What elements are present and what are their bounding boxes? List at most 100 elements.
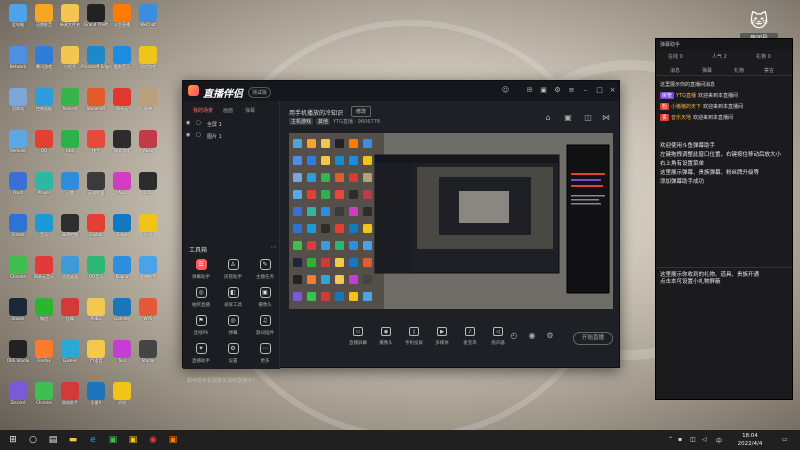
menu-icon[interactable]: ≡ — [567, 86, 576, 95]
start-icon[interactable]: ⊞ — [6, 433, 20, 447]
source-item[interactable]: ◉ ▢ 全屏 1 — [185, 119, 278, 129]
live-settings-icon[interactable]: ⚙ — [545, 331, 555, 340]
voice-effect-icon[interactable]: ◴ — [509, 331, 519, 340]
close-icon[interactable]: × — [608, 86, 617, 95]
volume-icon[interactable]: ◁ — [702, 436, 707, 443]
file-explorer-icon[interactable]: ▬ — [66, 433, 80, 447]
source-button[interactable]: ♪ 麦克风 — [457, 327, 483, 346]
chat-username[interactable]: 小猪猪的天下 — [671, 104, 701, 110]
chat-tab[interactable]: 禁言 — [764, 67, 774, 74]
tool-icon: ◧ — [227, 287, 239, 298]
lock-icon[interactable]: ▢ — [196, 120, 202, 126]
source-button[interactable]: ◁ 扬声器 — [485, 327, 511, 346]
chat-tab[interactable]: 礼物 — [734, 67, 744, 74]
desktop-icon[interactable]: 直播助手 — [133, 256, 163, 286]
tool-item[interactable]: ◎ 弹幕 — [219, 313, 247, 341]
settings-icon[interactable]: ⚙ — [553, 86, 562, 95]
category-tag[interactable]: 其他 — [316, 118, 331, 125]
preview-eye-icon[interactable]: ◉ — [527, 331, 537, 340]
preview-desktop-icon — [363, 224, 372, 233]
data-icon[interactable]: ◫ — [583, 113, 593, 122]
tab-scenes[interactable]: 我的场景 — [193, 107, 213, 114]
tray-up-icon[interactable]: ⌃ — [668, 436, 673, 443]
share-link-icon[interactable]: ⋈ — [601, 113, 611, 122]
tool-item[interactable]: ✎ 主播任务 — [251, 257, 279, 285]
edge-icon[interactable]: e — [86, 433, 100, 447]
tool-icon: ♫ — [259, 315, 271, 326]
chat-tab[interactable]: 弹幕 — [702, 67, 712, 74]
app-icon — [35, 298, 53, 316]
system-clock[interactable]: 18:04 2022/4/4 — [730, 432, 770, 448]
task-view-icon[interactable]: ▤ — [46, 433, 60, 447]
app-icon — [113, 340, 131, 358]
desktop-icon[interactable]: 叨叨 — [133, 214, 163, 244]
source-button[interactable]: ▯ 手机投屏 — [401, 327, 427, 346]
tool-item[interactable]: ◎ 抽奖直播 — [187, 285, 215, 313]
source-button-label: 扬声器 — [491, 341, 505, 346]
app-icon — [87, 214, 105, 232]
start-live-button[interactable]: 开始直播 — [573, 332, 613, 345]
tool-item[interactable]: ♫ 歌词插件 — [251, 313, 279, 341]
share-icon[interactable]: ⌂ — [543, 113, 553, 122]
category-tag[interactable]: 主机游戏 — [289, 118, 314, 125]
app-titlebar[interactable]: 直播伴侣 测试版 ☺ ✉ ▣ ⚙ ≡ – □ × — [183, 81, 619, 101]
preview-desktop-icon — [307, 224, 316, 233]
tool-item[interactable]: ⚙ 设置 — [219, 341, 247, 369]
source-item[interactable]: ◉ ▢ 图片 1 — [185, 131, 278, 141]
netease-icon[interactable]: ◉ — [146, 433, 160, 447]
room-title: 用手机播放的冷知识 — [289, 110, 344, 117]
message-icon[interactable]: ✉ — [525, 86, 534, 95]
edit-room-button[interactable]: 修改 — [351, 106, 372, 117]
minimize-icon[interactable]: – — [581, 86, 590, 95]
chat-tab[interactable]: 消息 — [670, 67, 680, 74]
tool-item[interactable]: ◧ 录屏工具 — [219, 285, 247, 313]
help-notice[interactable]: 如何把手机摄像头加到直播中? — [187, 377, 255, 384]
chat-username[interactable]: 音乐天地 — [671, 115, 691, 121]
tray-app-icon[interactable]: ▪ — [678, 436, 682, 443]
lock-icon[interactable]: ▢ — [196, 132, 202, 138]
desktop-icon[interactable]: Studio — [133, 340, 163, 370]
desktop-icon[interactable]: 叨叨游戏 — [133, 46, 163, 76]
toolbox-more-icon[interactable]: ⋯ — [270, 243, 277, 251]
desktop-icon[interactable]: WeChat — [133, 4, 163, 34]
avatar-icon[interactable]: ☺ — [501, 86, 510, 95]
app-icon — [113, 214, 131, 232]
maximize-icon[interactable]: □ — [595, 86, 604, 95]
app-icon — [113, 256, 131, 274]
record-icon[interactable]: ▣ — [563, 113, 573, 122]
tool-item[interactable]: ▣ 摄像头 — [251, 285, 279, 313]
app-icon — [9, 298, 27, 316]
app-icon[interactable]: ▣ — [106, 433, 120, 447]
preview-desktop-icon — [321, 241, 330, 250]
tool-item[interactable]: ⋯ 更多 — [251, 341, 279, 369]
preview-desktop-icon — [335, 224, 344, 233]
app-icon[interactable]: ▣ — [126, 433, 140, 447]
desktop-icon[interactable]: WPS — [133, 298, 163, 328]
search-icon[interactable]: ○ — [26, 433, 40, 447]
stream-preview[interactable] — [289, 133, 613, 309]
live-companion-icon[interactable]: ▣ — [166, 433, 180, 447]
chat-titlebar[interactable]: 弹幕助手 — [656, 39, 792, 50]
desktop-icon[interactable]: Apex — [133, 130, 163, 160]
tool-item[interactable]: ⚑ 连线PK — [187, 313, 215, 341]
gift-icon[interactable]: ▣ — [539, 86, 548, 95]
tool-item[interactable]: ✦ 直播助手 — [187, 341, 215, 369]
tool-item[interactable]: ♙ 房管助手 — [219, 257, 247, 285]
desktop-icon[interactable]: 原神 — [133, 88, 163, 118]
desktop-icon[interactable]: 叨叨 — [107, 382, 137, 412]
source-button[interactable]: ◉ 摄像头 — [373, 327, 399, 346]
tab-screen[interactable]: 画面 — [223, 107, 233, 114]
tool-item[interactable]: ☰ 弹幕助手 — [187, 257, 215, 285]
input-language[interactable]: 中 — [716, 436, 722, 445]
visibility-eye-icon[interactable]: ◉ — [186, 120, 192, 126]
chat-username[interactable]: YTG直播 — [676, 93, 696, 99]
desktop-icon-label: Studio — [141, 358, 155, 363]
source-button[interactable]: ▶ 多媒体 — [429, 327, 455, 346]
notification-icon[interactable]: ▭ — [782, 436, 788, 443]
network-icon[interactable]: ◫ — [690, 436, 696, 443]
stat-popularity: 人气 2 — [712, 54, 727, 60]
tab-danmu[interactable]: 弹幕 — [245, 107, 255, 114]
source-button[interactable]: ▭ 直播屏幕 — [345, 327, 371, 346]
visibility-eye-icon[interactable]: ◉ — [186, 132, 192, 138]
desktop-icon[interactable]: LOL — [133, 172, 163, 202]
